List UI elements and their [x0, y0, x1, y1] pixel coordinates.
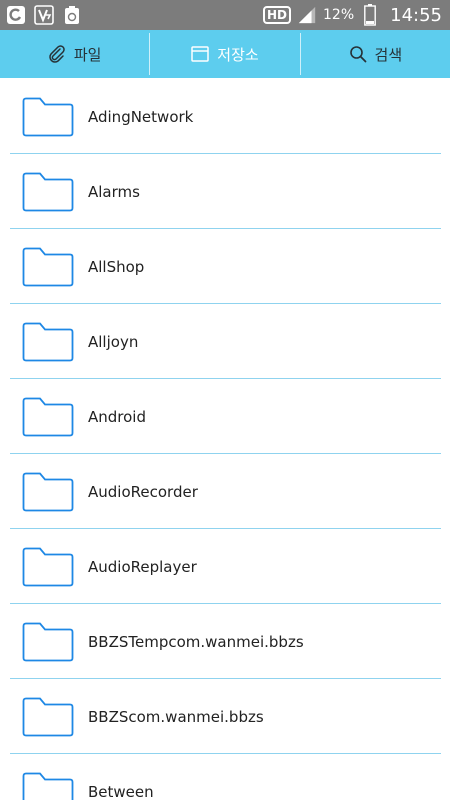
system-status: HD 12% 14:55	[262, 4, 444, 26]
folder-name: Alljoyn	[88, 332, 139, 351]
hd-badge: HD	[262, 6, 291, 24]
folder-item[interactable]: Alljoyn	[0, 304, 450, 379]
paperclip-icon	[48, 45, 66, 63]
window-icon	[191, 46, 210, 62]
tab-search-label: 검색	[374, 45, 403, 64]
folder-item[interactable]: AllShop	[0, 229, 450, 304]
folder-icon	[22, 547, 74, 587]
tab-files[interactable]: 파일	[0, 30, 149, 78]
folder-name: AudioRecorder	[88, 482, 198, 501]
folder-name: BBZSTempcom.wanmei.bbzs	[88, 632, 304, 651]
folder-icon	[22, 322, 74, 362]
folder-icon	[22, 397, 74, 437]
folder-item[interactable]: BBZSTempcom.wanmei.bbzs	[0, 604, 450, 679]
tab-search[interactable]: 검색	[301, 30, 450, 78]
folder-icon	[22, 472, 74, 512]
notification-icons	[6, 5, 82, 25]
folder-item[interactable]: AudioReplayer	[0, 529, 450, 604]
signal-icon	[297, 5, 317, 25]
tab-storage[interactable]: 저장소	[150, 30, 299, 78]
folder-item[interactable]: AudioRecorder	[0, 454, 450, 529]
status-bar: HD 12% 14:55	[0, 0, 450, 30]
folder-item[interactable]: Android	[0, 379, 450, 454]
folder-list: AdingNetwork Alarms AllShop Alljoyn Andr…	[0, 79, 450, 800]
battery-percent: 12%	[323, 7, 355, 23]
folder-icon	[22, 772, 74, 800]
tab-files-label: 파일	[73, 45, 102, 64]
folder-name: BBZScom.wanmei.bbzs	[88, 707, 264, 726]
folder-icon	[22, 247, 74, 287]
carrier-logo-icon	[6, 5, 26, 25]
folder-icon	[22, 172, 74, 212]
folder-item[interactable]: Alarms	[0, 154, 450, 229]
clock: 14:55	[390, 4, 442, 26]
folder-name: AudioReplayer	[88, 557, 197, 576]
folder-icon	[22, 622, 74, 662]
folder-name: Alarms	[88, 182, 140, 201]
folder-item[interactable]: Between	[0, 754, 450, 800]
search-icon	[349, 45, 367, 63]
folder-item[interactable]: BBZScom.wanmei.bbzs	[0, 679, 450, 754]
folder-name: Android	[88, 407, 146, 426]
folder-name: Between	[88, 782, 154, 800]
folder-item[interactable]: AdingNetwork	[0, 79, 450, 154]
folder-icon	[22, 697, 74, 737]
folder-icon	[22, 97, 74, 137]
folder-name: AllShop	[88, 257, 145, 276]
tab-bar: 파일 저장소 검색	[0, 30, 450, 78]
folder-name: AdingNetwork	[88, 107, 194, 126]
battery-icon	[360, 4, 380, 26]
tab-storage-label: 저장소	[217, 45, 259, 64]
recycle-icon	[62, 5, 82, 25]
network-speed-icon	[34, 5, 54, 25]
